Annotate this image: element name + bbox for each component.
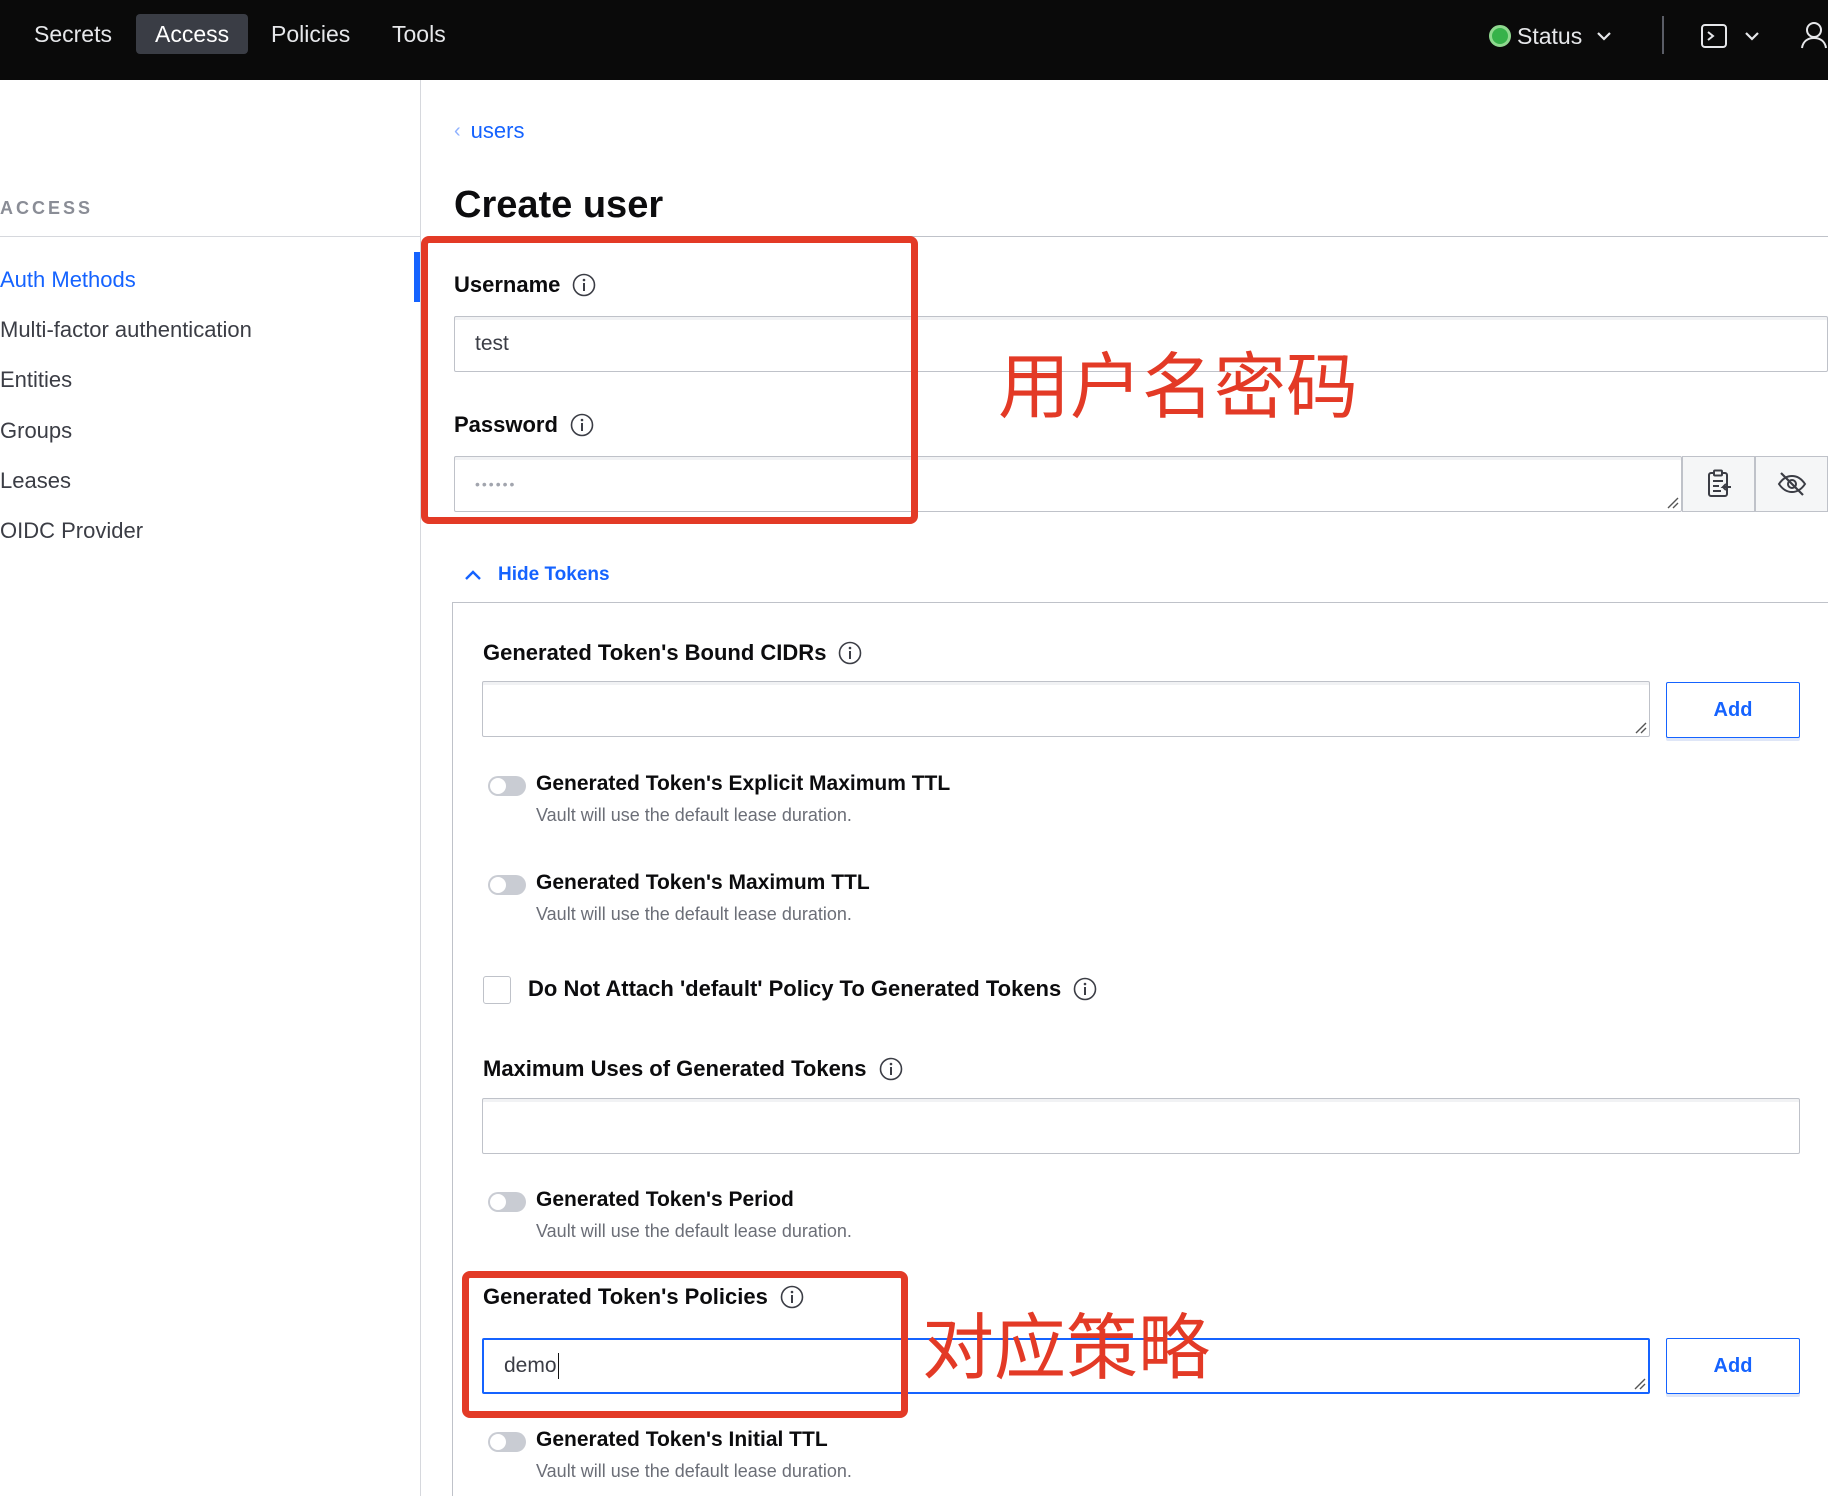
add-policy-button[interactable]: Add	[1666, 1338, 1800, 1394]
no-default-policy-checkbox[interactable]	[483, 976, 511, 1004]
period-help: Vault will use the default lease duratio…	[536, 1221, 852, 1241]
page-title: Create user	[454, 184, 664, 226]
sidebar-item-leases[interactable]: Leases	[0, 468, 71, 494]
sidebar-item-mfa[interactable]: Multi-factor authentication	[0, 317, 252, 343]
chevron-left-icon: ‹	[454, 119, 461, 142]
credentials-annotation: 用户名密码	[998, 348, 1359, 428]
clipboard-icon	[1707, 469, 1731, 497]
policies-highlight-box	[462, 1271, 908, 1418]
max-uses-label: Maximum Uses of Generated Tokens	[483, 1056, 903, 1082]
policies-annotation: 对应策略	[922, 1309, 1211, 1389]
max-ttl-title: Generated Token's Maximum TTL	[536, 871, 870, 894]
sidebar-item-auth-methods[interactable]: Auth Methods	[0, 267, 136, 293]
max-uses-input[interactable]	[482, 1098, 1800, 1154]
initial-ttl-title: Generated Token's Initial TTL	[536, 1428, 828, 1451]
nav-access[interactable]: Access	[136, 14, 249, 54]
resize-handle-icon[interactable]	[1633, 720, 1647, 734]
status-label: Status	[1517, 22, 1583, 49]
top-nav: Secrets Access Policies Tools Status	[0, 0, 1828, 80]
breadcrumb-users: users	[470, 118, 525, 143]
no-default-policy-label: Do Not Attach 'default' Policy To Genera…	[528, 976, 1097, 1002]
nav-tools[interactable]: Tools	[373, 14, 465, 54]
explicit-max-ttl-toggle[interactable]	[488, 776, 526, 796]
bound-cidrs-input[interactable]	[482, 681, 1650, 737]
chevron-up-icon	[465, 570, 481, 580]
status-menu[interactable]: Status	[1489, 18, 1614, 54]
explicit-max-ttl-title: Generated Token's Explicit Maximum TTL	[536, 772, 951, 795]
resize-handle-icon[interactable]	[1632, 1376, 1646, 1390]
breadcrumb[interactable]: ‹ users	[454, 118, 524, 144]
sidebar-item-entities[interactable]: Entities	[0, 367, 72, 393]
sidebar-heading: ACCESS	[0, 198, 94, 218]
nav-policies[interactable]: Policies	[252, 14, 369, 54]
initial-ttl-help: Vault will use the default lease duratio…	[536, 1461, 852, 1481]
bound-cidrs-label-text: Generated Token's Bound CIDRs	[483, 640, 827, 665]
terminal-icon	[1701, 24, 1727, 48]
info-icon[interactable]	[879, 1057, 903, 1081]
info-icon[interactable]	[1073, 977, 1097, 1001]
no-default-policy-label-text: Do Not Attach 'default' Policy To Genera…	[528, 976, 1062, 1001]
sidebar-active-indicator	[414, 252, 420, 302]
eye-off-icon	[1777, 472, 1806, 496]
explicit-max-ttl-help: Vault will use the default lease duratio…	[536, 805, 852, 825]
nav-divider	[1662, 16, 1664, 54]
info-icon[interactable]	[838, 641, 862, 665]
chevron-down-icon	[1745, 32, 1759, 41]
nav-secrets[interactable]: Secrets	[15, 14, 131, 54]
period-title: Generated Token's Period	[536, 1188, 794, 1211]
console-menu-button[interactable]	[1700, 20, 1762, 52]
sidebar-divider	[0, 236, 421, 237]
paste-button[interactable]	[1682, 456, 1755, 512]
hide-tokens-label: Hide Tokens	[498, 564, 610, 585]
max-ttl-help: Vault will use the default lease duratio…	[536, 904, 852, 924]
sidebar: ACCESS Auth Methods Multi-factor authent…	[0, 80, 421, 1496]
sidebar-item-groups[interactable]: Groups	[0, 418, 72, 444]
hide-tokens-toggle[interactable]: Hide Tokens	[464, 564, 610, 586]
resize-handle-icon[interactable]	[1665, 495, 1679, 509]
max-ttl-toggle[interactable]	[488, 875, 526, 895]
user-icon	[1801, 22, 1827, 49]
sidebar-item-oidc-provider[interactable]: OIDC Provider	[0, 518, 143, 544]
status-ok-icon	[1489, 25, 1511, 47]
bound-cidrs-label: Generated Token's Bound CIDRs	[483, 640, 862, 666]
toggle-visibility-button[interactable]	[1755, 456, 1828, 512]
initial-ttl-toggle[interactable]	[488, 1432, 526, 1452]
chevron-down-icon	[1597, 32, 1611, 41]
max-uses-label-text: Maximum Uses of Generated Tokens	[483, 1056, 867, 1081]
user-menu-button[interactable]	[1800, 20, 1828, 55]
period-toggle[interactable]	[488, 1192, 526, 1212]
credentials-highlight-box	[421, 236, 918, 524]
add-cidr-button[interactable]: Add	[1666, 682, 1800, 738]
